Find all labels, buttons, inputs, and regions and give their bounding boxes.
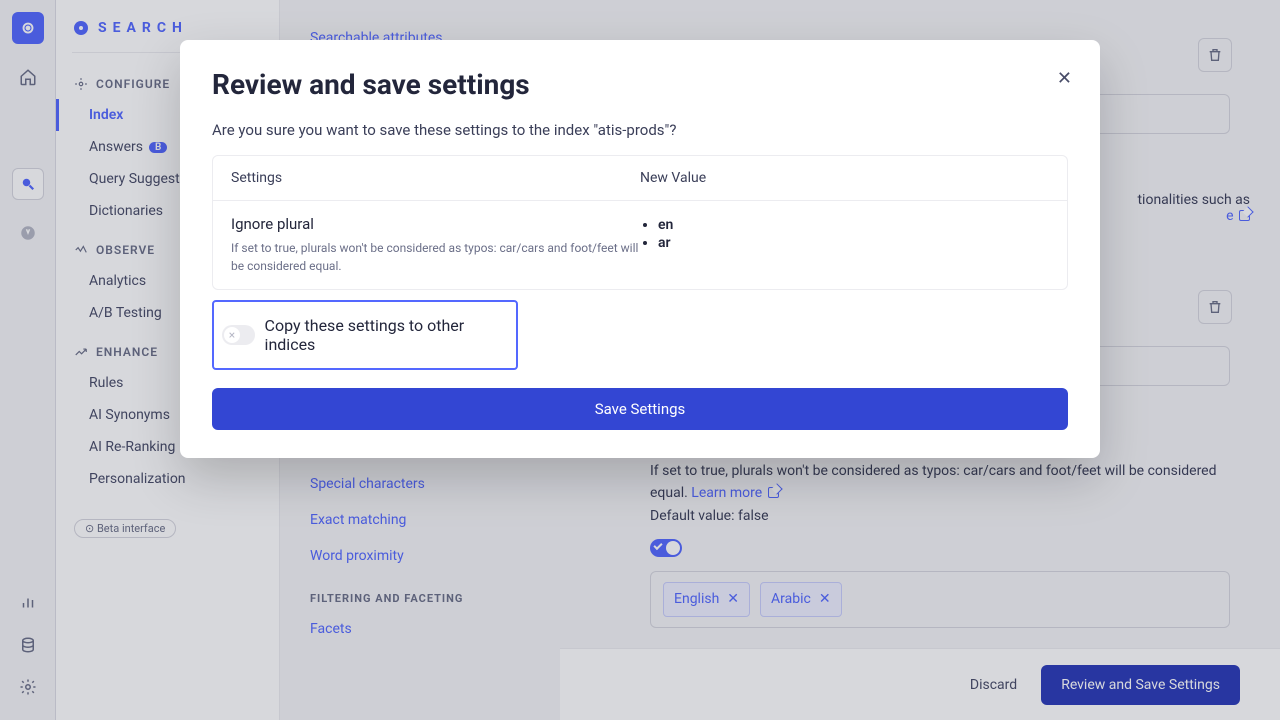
- close-modal-button[interactable]: ✕: [1057, 68, 1072, 89]
- save-settings-button[interactable]: Save Settings: [212, 388, 1068, 430]
- copy-toggle[interactable]: [222, 325, 255, 345]
- setting-desc: If set to true, plurals won't be conside…: [231, 239, 640, 275]
- review-save-modal: ✕ Review and save settings Are you sure …: [180, 40, 1100, 458]
- value-en: en: [658, 217, 1049, 233]
- settings-diff-table: Settings New Value Ignore plural If set …: [212, 155, 1068, 290]
- setting-name: Ignore plural: [231, 215, 640, 233]
- col-settings: Settings: [231, 170, 640, 186]
- modal-title: Review and save settings: [212, 68, 1068, 101]
- copy-label: Copy these settings to other indices: [265, 316, 508, 354]
- value-ar: ar: [658, 235, 1049, 251]
- col-new-value: New Value: [640, 170, 1049, 186]
- table-row: Ignore plural If set to true, plurals wo…: [213, 201, 1067, 289]
- modal-confirm-text: Are you sure you want to save these sett…: [212, 121, 1068, 139]
- copy-settings-row[interactable]: Copy these settings to other indices: [212, 300, 518, 370]
